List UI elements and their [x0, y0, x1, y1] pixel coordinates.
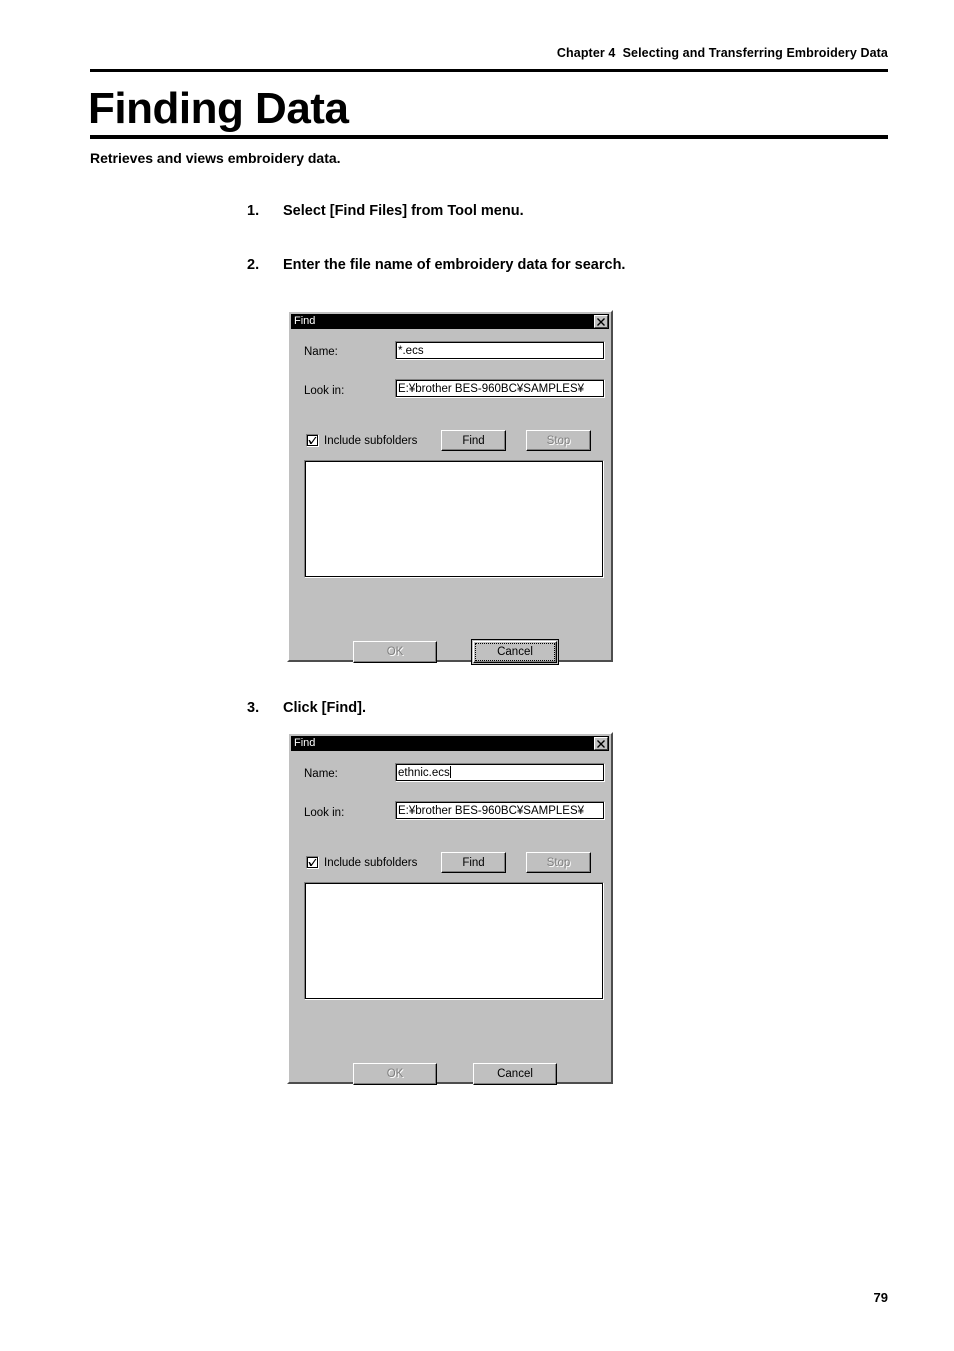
find-button[interactable]: Find [441, 430, 506, 451]
ok-button-label: OK [386, 1068, 404, 1080]
page-number: 79 [873, 1290, 888, 1305]
name-input-value: ethnic.ecs [398, 767, 450, 779]
name-input[interactable]: *.ecs [395, 341, 605, 360]
results-listbox[interactable] [304, 882, 604, 1000]
lookin-label: Look in: [304, 807, 345, 819]
name-label-text: Name: [304, 768, 338, 780]
step-3: 3. Click [Find]. [247, 700, 366, 716]
name-label: Name: [304, 346, 338, 358]
stop-button: Stop [526, 430, 591, 451]
find-button-label: Find [462, 434, 485, 447]
text-caret [449, 766, 451, 778]
cancel-button[interactable]: Cancel [473, 1063, 557, 1085]
close-icon[interactable] [594, 737, 608, 750]
cancel-button-label: Cancel [497, 1068, 533, 1080]
stop-button-label: Stop [546, 856, 571, 869]
find-button[interactable]: Find [441, 852, 506, 873]
step-2-number: 2. [247, 257, 260, 273]
running-header: Chapter 4 Selecting and Transferring Emb… [556, 46, 888, 60]
include-subfolders-checkbox[interactable]: Include subfolders [306, 434, 417, 447]
lookin-input-value: E:¥brother BES-960BC¥SAMPLES¥ [398, 383, 585, 395]
step-2-text: Enter the file name of embroidery data f… [283, 257, 626, 273]
find-dialog-2: Find Name: ethnic.ecs Look in: E:¥brothe… [287, 732, 613, 1085]
ok-button: OK [353, 641, 437, 663]
find-dialog-1-body: Name: *.ecs Look in: E:¥brother BES-960B… [291, 329, 609, 665]
step-3-text: Click [Find]. [283, 700, 366, 716]
ok-button-label: OK [386, 646, 404, 658]
ok-button: OK [353, 1063, 437, 1085]
include-subfolders-label: Include subfolders [324, 434, 418, 447]
stop-button: Stop [526, 852, 591, 873]
page-title: Finding Data [88, 84, 349, 133]
include-subfolders-label: Include subfolders [324, 856, 418, 869]
step-1: 1. Select [Find Files] from Tool menu. [247, 203, 524, 219]
find-dialog-2-titlebar: Find [291, 736, 609, 751]
find-dialog-1: Find Name: *.ecs Look in: E:¥brother BES… [287, 310, 613, 665]
header-rule [90, 69, 888, 72]
step-1-number: 1. [247, 203, 260, 219]
lookin-label: Look in: [304, 385, 345, 397]
document-page: Chapter 4 Selecting and Transferring Emb… [0, 0, 954, 1351]
find-dialog-2-title: Find [294, 737, 316, 749]
name-input[interactable]: ethnic.ecs [395, 763, 605, 782]
step-2: 2. Enter the file name of embroidery data… [247, 257, 625, 273]
step-3-number: 3. [247, 700, 260, 716]
results-listbox[interactable] [304, 460, 604, 578]
lookin-input-value: E:¥brother BES-960BC¥SAMPLES¥ [398, 805, 585, 817]
lookin-input[interactable]: E:¥brother BES-960BC¥SAMPLES¥ [395, 801, 605, 820]
checkmark-icon [306, 856, 319, 869]
title-rule [90, 135, 888, 139]
stop-button-label: Stop [546, 434, 571, 447]
find-dialog-2-body: Name: ethnic.ecs Look in: E:¥brother BES… [291, 751, 609, 1085]
name-label: Name: [304, 768, 338, 780]
cancel-button[interactable]: Cancel [473, 641, 557, 663]
find-dialog-1-title: Find [294, 315, 316, 327]
cancel-button-label: Cancel [497, 646, 533, 658]
close-icon[interactable] [594, 315, 608, 328]
lookin-input[interactable]: E:¥brother BES-960BC¥SAMPLES¥ [395, 379, 605, 398]
find-button-label: Find [462, 856, 485, 869]
find-dialog-1-titlebar: Find [291, 314, 609, 329]
step-1-text: Select [Find Files] from Tool menu. [283, 203, 524, 219]
include-subfolders-checkbox[interactable]: Include subfolders [306, 856, 417, 869]
name-input-value: *.ecs [398, 345, 424, 357]
page-subtitle: Retrieves and views embroidery data. [90, 150, 341, 166]
checkmark-icon [306, 434, 319, 447]
cancel-button-default-frame: Cancel [471, 639, 559, 665]
